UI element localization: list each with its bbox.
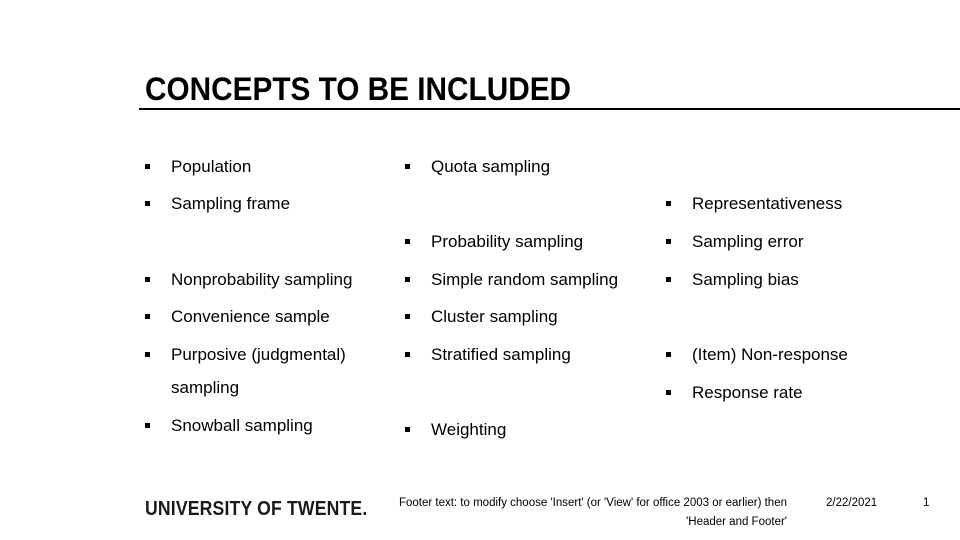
list-item: Representativeness [666,194,843,214]
list-item: Cluster sampling [405,307,558,327]
square-bullet-icon [145,277,150,282]
list-item-label: Probability sampling [431,232,584,251]
slide-title: CONCEPTS TO BE INCLUDED [145,71,572,107]
list-item-label: Population [171,157,252,176]
square-bullet-icon [145,352,150,357]
list-item: Quota sampling [405,157,551,177]
list-item-label: Sampling frame [171,194,291,213]
list-item-label: Stratified sampling [431,345,571,364]
square-bullet-icon [666,239,671,244]
list-item: Snowball sampling [145,416,313,436]
list-item: Sampling error [666,232,804,252]
list-item-label: Sampling bias [692,270,799,289]
footer-date: 2/22/2021 [826,497,878,509]
list-item-label: Simple random sampling [431,270,619,289]
list-item: Simple random sampling [405,270,619,290]
footer-text: Footer text: to modify choose 'Insert' (… [398,497,787,528]
square-bullet-icon [405,277,410,282]
slide-number: 1 [923,497,930,509]
list-item-label: Representativeness [692,194,843,213]
square-bullet-icon [405,314,410,319]
list-item-label: Response rate [692,383,803,402]
list-item: Sampling frame [145,194,291,214]
square-bullet-icon [145,314,150,319]
list-item: Population [145,157,252,177]
list-item: Response rate [666,383,803,403]
list-item-label: Purposive (judgmental) [171,345,346,364]
list-item: Stratified sampling [405,345,571,365]
list-item: Nonprobability sampling [145,270,353,290]
list-item: Purposive (judgmental) sampling [145,345,346,398]
university-logo: UNIVERSITY OF TWENTE. [145,498,368,520]
square-bullet-icon [666,352,671,357]
list-item-label: Nonprobability sampling [171,270,353,289]
square-bullet-icon [145,164,150,169]
list-item-continuation: sampling [171,378,240,397]
list-item-label: Snowball sampling [171,416,313,435]
list-item: Probability sampling [405,232,584,252]
square-bullet-icon [666,277,671,282]
title-underline [139,108,960,110]
list-item-label: Cluster sampling [431,307,558,326]
square-bullet-icon [405,164,410,169]
list-item: (Item) Non-response [666,345,848,365]
square-bullet-icon [405,352,410,357]
square-bullet-icon [666,390,671,395]
square-bullet-icon [145,201,150,206]
square-bullet-icon [666,201,671,206]
list-item-label: Convenience sample [171,307,330,326]
list-item: Weighting [405,420,507,440]
list-item-label: Weighting [431,420,507,439]
square-bullet-icon [145,423,150,428]
list-item-label: (Item) Non-response [692,345,848,364]
list-item: Sampling bias [666,270,799,290]
square-bullet-icon [405,427,410,432]
list-item-label: Sampling error [692,232,804,251]
list-item-label: Quota sampling [431,157,551,176]
square-bullet-icon [405,239,410,244]
list-item: Convenience sample [145,307,330,327]
